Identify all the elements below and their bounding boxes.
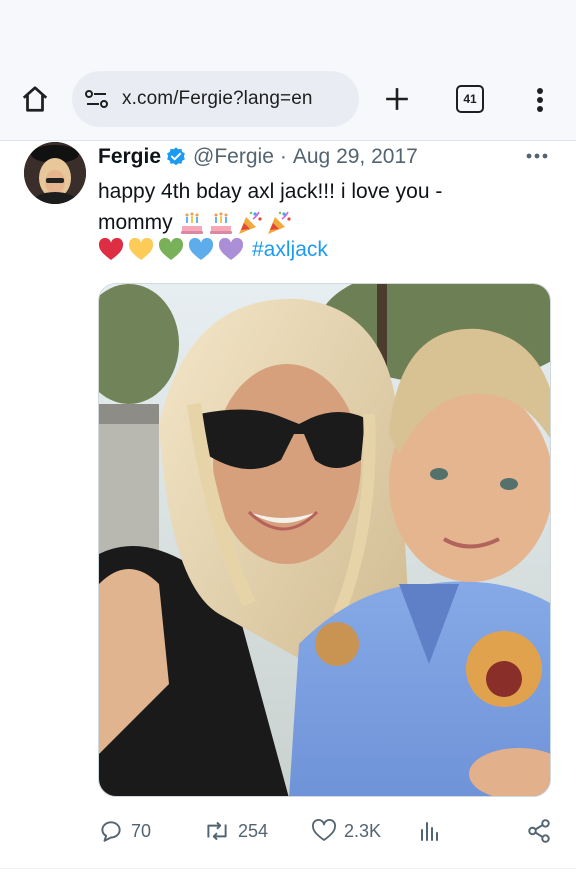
like-count: 2.3K [344,820,382,841]
site-settings-icon[interactable] [84,88,110,110]
party-popper-icon [238,212,262,235]
repost-count: 254 [238,820,269,841]
repost-button[interactable]: 254 [203,815,268,847]
tweet-photo[interactable] [98,283,551,797]
tweet-date[interactable]: Aug 29, 2017 [293,145,418,169]
yellow-heart-icon [128,238,154,260]
divider [0,868,576,869]
blue-heart-icon [188,238,214,260]
tweet-text-line1: happy 4th bday axl jack!!! i love you - [98,180,443,203]
more-horiz-icon [526,153,548,159]
browser-toolbar: x.com/Fergie?lang=en 41 [0,0,576,141]
tweet-header: Fergie @Fergie · Aug 29, 2017 [98,143,418,171]
heart-outline-icon [312,819,336,841]
selfie-photo [99,284,550,796]
reply-icon [101,821,121,842]
share-icon [528,819,550,843]
share-button[interactable] [526,815,559,847]
url-text[interactable]: x.com/Fergie?lang=en [122,88,313,110]
tweet-text: happy 4th bday axl jack!!! i love you - … [98,176,548,238]
like-button[interactable]: 2.3K [311,815,381,847]
repost-icon [207,821,227,841]
views-button[interactable] [418,815,449,847]
tab-count: 41 [463,92,477,106]
reply-count: 70 [131,820,152,841]
header-separator: · [279,145,287,168]
avatar-photo [24,142,86,204]
birthday-cake-icon [209,212,232,235]
tweet-more-button[interactable] [524,146,550,166]
reply-button[interactable]: 70 [98,815,151,847]
plus-icon [386,88,408,110]
browser-menu-button[interactable] [528,84,552,116]
hearts-line: #axljack [98,236,328,264]
purple-heart-icon [218,238,244,260]
avatar[interactable] [24,142,86,204]
tweet-text-word: mommy [98,211,173,234]
verified-badge-icon [167,147,185,166]
party-popper-icon [267,212,291,235]
birthday-cake-icon [180,212,203,235]
green-heart-icon [158,238,184,260]
analytics-icon [421,822,438,841]
author-name[interactable]: Fergie [98,145,161,169]
tweet-actions: 70 254 2.3K [98,815,553,847]
tab-switcher-button[interactable]: 41 [456,85,484,113]
address-bar[interactable]: x.com/Fergie?lang=en [72,71,359,127]
red-heart-icon [98,238,124,260]
home-button[interactable] [18,82,52,116]
tweet-text-line2: mommy [98,207,548,238]
home-icon [22,86,48,112]
more-vert-icon [537,88,543,112]
new-tab-button[interactable] [382,84,412,114]
hashtag-link[interactable]: #axljack [252,238,328,262]
author-handle[interactable]: @Fergie [193,145,274,169]
emoji-group [179,210,292,236]
